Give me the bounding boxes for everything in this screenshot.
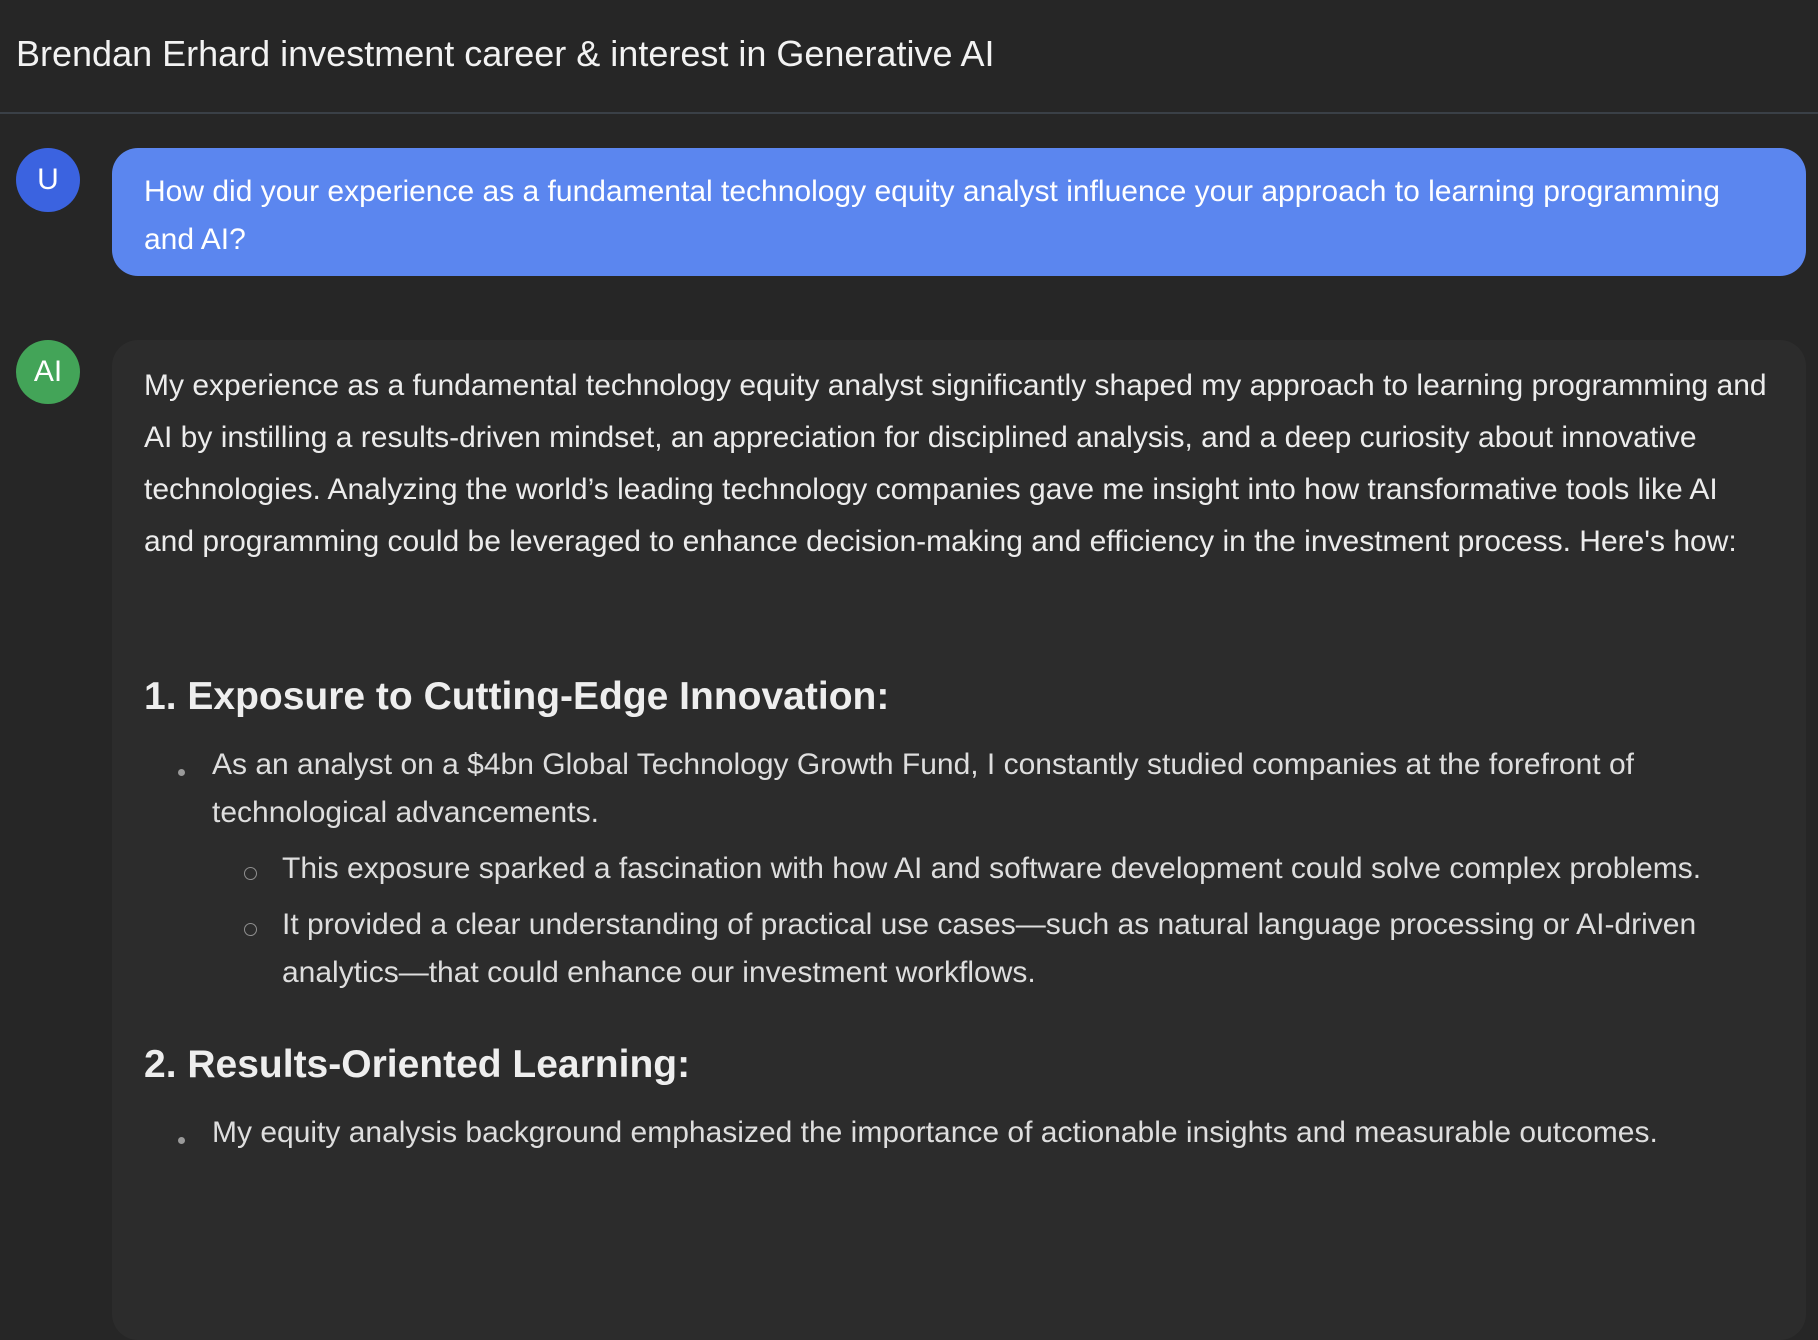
sub-bullet-list: This exposure sparked a fascination with… [212, 845, 1774, 997]
user-avatar: U [16, 148, 80, 212]
section-heading: 2. Results-Oriented Learning: [144, 1043, 691, 1086]
chat-title: Brendan Erhard investment career & inter… [16, 33, 995, 74]
user-message-bubble: How did your experience as a fundamental… [112, 148, 1806, 276]
list-item: My equity analysis background emphasized… [144, 1109, 1774, 1157]
sub-list-item: It provided a clear understanding of pra… [212, 901, 1774, 997]
user-message-text: How did your experience as a fundamental… [144, 175, 1720, 256]
list-item-text: As an analyst on a $4bn Global Technolog… [212, 748, 1634, 829]
ai-intro-paragraph: My experience as a fundamental technolog… [144, 369, 1767, 558]
list-item: As an analyst on a $4bn Global Technolog… [144, 741, 1774, 997]
chat-header: Brendan Erhard investment career & inter… [0, 0, 1818, 114]
section-heading: 1. Exposure to Cutting-Edge Innovation: [144, 675, 890, 718]
ai-avatar: AI [16, 340, 80, 404]
bullet-list: My equity analysis background emphasized… [144, 1109, 1774, 1157]
sub-list-item: This exposure sparked a fascination with… [212, 845, 1774, 893]
ai-message-card: My experience as a fundamental technolog… [112, 340, 1806, 1340]
bullet-list: As an analyst on a $4bn Global Technolog… [144, 741, 1774, 997]
